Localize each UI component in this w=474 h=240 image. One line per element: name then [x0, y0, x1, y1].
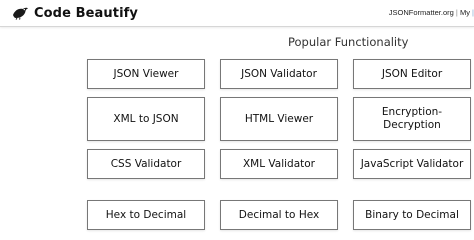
hex-to-decimal-button[interactable]: Hex to Decimal	[87, 200, 205, 230]
css-validator-button[interactable]: CSS Validator	[87, 149, 205, 179]
xml-to-json-button[interactable]: XML to JSON	[87, 97, 205, 141]
binary-to-decimal-button[interactable]: Binary to Decimal	[353, 200, 471, 230]
site-name: Code Beautify	[34, 5, 138, 21]
json-validator-button[interactable]: JSON Validator	[220, 59, 338, 89]
top-bar: Code Beautify JSONFormatter.org | My |	[0, 0, 474, 27]
top-links: JSONFormatter.org | My |	[389, 8, 474, 17]
encryption-decryption-button[interactable]: Encryption-Decryption	[353, 97, 471, 141]
json-editor-button[interactable]: JSON Editor	[353, 59, 471, 89]
decimal-to-hex-button[interactable]: Decimal to Hex	[220, 200, 338, 230]
html-viewer-button[interactable]: HTML Viewer	[220, 97, 338, 141]
jsonformatter-link[interactable]: JSONFormatter.org	[389, 8, 454, 17]
javascript-validator-button[interactable]: JavaScript Validator	[353, 149, 471, 179]
site-logo[interactable]: Code Beautify	[12, 3, 138, 23]
encryption-decryption-label: Encryption-Decryption	[381, 106, 443, 131]
xml-validator-button[interactable]: XML Validator	[220, 149, 338, 179]
section-title: Popular Functionality	[288, 35, 409, 49]
link-separator: |	[455, 8, 458, 17]
my-link[interactable]: My	[460, 8, 470, 17]
json-viewer-button[interactable]: JSON Viewer	[87, 59, 205, 89]
bird-icon	[13, 7, 28, 20]
